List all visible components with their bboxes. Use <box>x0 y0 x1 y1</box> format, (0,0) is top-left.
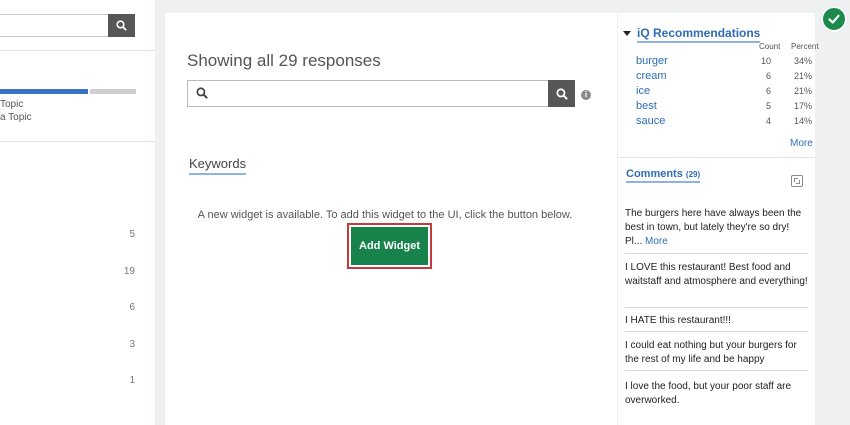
topic-count: 3 <box>129 339 135 350</box>
add-widget-button[interactable]: Add Widget <box>351 227 428 265</box>
recommendation-count: 6 <box>765 71 771 81</box>
topic-count: 5 <box>129 229 135 240</box>
recommendation-row: sauce 4 14% <box>636 115 812 129</box>
more-recommendations-link[interactable]: More <box>790 138 813 149</box>
topic-count: 1 <box>129 375 135 386</box>
progress-bar-track <box>90 89 136 94</box>
recommendation-row: burger 10 34% <box>636 55 812 69</box>
divider <box>625 253 808 254</box>
recommendation-percent: 21% <box>793 86 812 96</box>
comments-title-label: Comments <box>626 168 683 180</box>
count-column-header: Count <box>759 42 781 51</box>
recommendation-word[interactable]: burger <box>636 55 668 67</box>
recommendation-percent: 21% <box>793 71 812 81</box>
comment-item: The burgers here have always been the be… <box>625 207 808 249</box>
recommendation-row: ice 6 21% <box>636 85 812 99</box>
checkmark-icon <box>828 14 840 24</box>
divider <box>0 50 155 51</box>
comment-item: I LOVE this restaurant! Best food and wa… <box>625 262 808 287</box>
topic-count: 19 <box>123 266 135 277</box>
search-icon <box>116 20 127 31</box>
recommendation-percent: 14% <box>793 116 812 126</box>
search-button[interactable] <box>548 80 575 107</box>
divider <box>625 307 808 308</box>
expand-icon[interactable] <box>791 175 803 187</box>
topic-option[interactable]: Topic <box>0 99 23 110</box>
recommendation-row: cream 6 21% <box>636 70 812 84</box>
info-icon[interactable]: i <box>581 90 591 100</box>
comment-item: I love the food, but your poor staff are… <box>625 381 792 406</box>
progress-bar-fill <box>0 89 88 94</box>
divider <box>0 141 155 142</box>
keywords-heading: Keywords <box>189 156 247 175</box>
recommendation-word[interactable]: cream <box>636 70 667 82</box>
recommendation-row: best 5 17% <box>636 100 812 114</box>
recommendation-count: 5 <box>765 101 771 111</box>
left-search-button[interactable] <box>108 14 135 37</box>
iq-recommendations-title[interactable]: iQ Recommendations <box>637 26 761 43</box>
comments-count: (29) <box>685 170 701 179</box>
divider <box>625 331 808 332</box>
percent-column-header: Percent <box>791 42 819 51</box>
recommendation-word[interactable]: sauce <box>636 115 665 127</box>
recommendation-word[interactable]: ice <box>636 85 650 97</box>
response-search-input[interactable] <box>187 80 551 107</box>
left-panel: Topic a Topic 5 19 6 3 1 <box>0 0 155 425</box>
comment-item: I HATE this restaurant!!! <box>625 315 731 326</box>
search-icon <box>555 87 568 100</box>
widget-message: A new widget is available. To add this w… <box>197 209 573 221</box>
recommendation-count: 6 <box>765 86 771 96</box>
recommendation-percent: 34% <box>793 56 812 66</box>
topic-count: 6 <box>129 302 135 313</box>
comment-item: I could eat nothing but your burgers for… <box>625 340 797 365</box>
recommendation-count: 4 <box>765 116 771 126</box>
divider <box>618 157 815 158</box>
main-panel: Showing all 29 responses i Keywords A ne… <box>165 13 617 425</box>
comment-more-link[interactable]: More <box>645 236 668 247</box>
comments-title[interactable]: Comments (29) <box>626 168 701 183</box>
recommendation-word[interactable]: best <box>636 100 657 112</box>
dropdown-arrow-icon[interactable] <box>623 31 631 36</box>
page-title: Showing all 29 responses <box>187 51 381 70</box>
checkmark-badge <box>821 6 847 32</box>
recommendation-count: 10 <box>760 56 771 66</box>
recommendation-percent: 17% <box>793 101 812 111</box>
topic-option[interactable]: a Topic <box>0 112 32 123</box>
divider <box>625 370 808 371</box>
right-panel: iQ Recommendations Count Percent burger … <box>618 13 819 425</box>
search-icon <box>196 87 208 99</box>
